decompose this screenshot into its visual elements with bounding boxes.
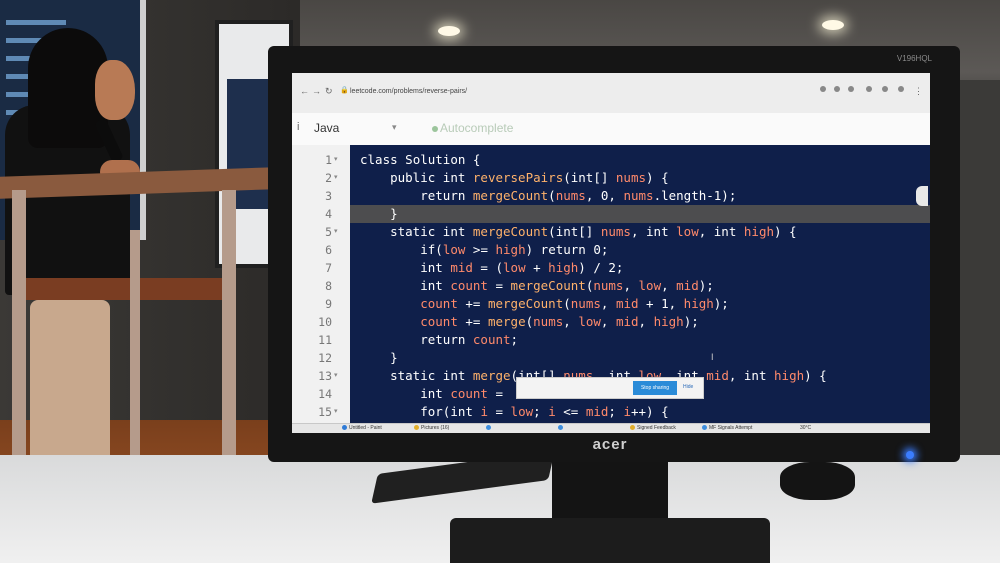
code-line[interactable]: 7 int mid = (low + high) / 2; xyxy=(292,259,930,277)
code-line[interactable]: 9 count += mergeCount(nums, mid + 1, hig… xyxy=(292,295,930,313)
reload-icon[interactable]: ↻ xyxy=(325,86,333,97)
autocomplete-toggle[interactable]: Autocomplete xyxy=(440,121,513,135)
autocomplete-dot-icon xyxy=(432,126,438,132)
code-text: return count; xyxy=(420,332,519,347)
info-icon[interactable]: i xyxy=(297,121,299,133)
code-line[interactable]: 2 ▾ public int reversePairs(int[] nums) { xyxy=(292,169,930,187)
extension-icon[interactable] xyxy=(866,86,872,92)
code-line[interactable]: 6 if(low >= high) return 0; xyxy=(292,241,930,259)
computer-mouse xyxy=(780,462,855,500)
podium-shelf xyxy=(22,278,222,300)
taskbar-item-label: Untitled - Paint xyxy=(349,425,382,431)
line-number: 6 xyxy=(325,243,332,257)
monitor-stand-base xyxy=(450,518,770,563)
code-line[interactable]: 15 ▾ for(int i = low; i <= mid; i++) { xyxy=(292,403,930,421)
back-icon[interactable]: ← xyxy=(300,86,309,96)
lock-icon: 🔒 xyxy=(340,87,349,94)
language-select[interactable]: Java xyxy=(314,121,339,135)
line-number: 15 xyxy=(318,405,332,419)
stop-sharing-button[interactable]: Stop sharing xyxy=(633,381,677,395)
presenter-face xyxy=(95,60,135,120)
line-number: 7 xyxy=(325,261,332,275)
code-text: } xyxy=(360,350,398,365)
code-line[interactable]: 10 count += merge(nums, low, mid, high); xyxy=(292,313,930,331)
line-number: 3 xyxy=(325,189,332,203)
taskbar-item-label: Signed Feedback xyxy=(637,425,676,431)
code-text: count += merge(nums, low, mid, high); xyxy=(420,314,699,329)
taskbar-item[interactable]: MF Signals Attempt xyxy=(702,425,752,431)
app-icon xyxy=(630,425,635,431)
chevron-down-icon[interactable]: ▾ xyxy=(392,122,397,133)
code-line[interactable]: 12 } xyxy=(292,349,930,367)
line-number: 2 xyxy=(325,171,332,185)
app-icon xyxy=(702,425,707,431)
monitor-brand-logo: acer xyxy=(592,436,628,453)
app-icon xyxy=(558,425,563,431)
line-number: 14 xyxy=(318,387,332,401)
line-number: 13 xyxy=(318,369,332,383)
fold-toggle-icon[interactable]: ▾ xyxy=(334,223,338,241)
address-bar[interactable]: leetcode.com/problems/reverse-pairs/ xyxy=(350,88,467,95)
code-text: public int reversePairs(int[] nums) { xyxy=(390,170,669,185)
line-number: 8 xyxy=(325,279,332,293)
code-line[interactable]: 4 } xyxy=(292,205,930,223)
monitor-screen: ← → ↻ 🔒 leetcode.com/problems/reverse-pa… xyxy=(292,73,930,433)
app-icon xyxy=(486,425,491,431)
profile-icon[interactable] xyxy=(898,86,904,92)
code-text: for(int i = low; i <= mid; i++) { xyxy=(420,404,669,419)
star-icon[interactable] xyxy=(848,86,854,92)
line-number: 1 xyxy=(325,153,332,167)
taskbar-item-label: MF Signals Attempt xyxy=(709,425,753,431)
taskbar: Untitled - Paint Pictures (16) Signed Feed… xyxy=(292,423,930,433)
taskbar-item[interactable]: Pictures (16) xyxy=(414,425,449,431)
fold-toggle-icon[interactable]: ▾ xyxy=(334,169,338,187)
fold-toggle-icon[interactable]: ▾ xyxy=(334,151,338,169)
code-text: if(low >= high) return 0; xyxy=(420,242,609,257)
code-text: class Solution { xyxy=(360,152,481,167)
kebab-menu-icon[interactable]: ⋮ xyxy=(914,86,923,97)
taskbar-item[interactable]: Untitled - Paint xyxy=(342,425,382,431)
weather-temperature: 30°C xyxy=(800,425,812,431)
line-number: 10 xyxy=(318,315,332,329)
ceiling-light xyxy=(438,26,460,36)
browser-toolbar: ← → ↻ 🔒 leetcode.com/problems/reverse-pa… xyxy=(292,73,930,114)
power-led xyxy=(906,451,914,459)
code-line[interactable]: 1 ▾ class Solution { xyxy=(292,151,930,169)
code-text: int count = mergeCount(nums, low, mid); xyxy=(420,278,714,293)
code-text: count += mergeCount(nums, mid + 1, high)… xyxy=(420,296,729,311)
monitor-model-label: V196HQL xyxy=(896,54,932,63)
code-text: int count = xyxy=(420,386,511,401)
code-line[interactable]: 8 int count = mergeCount(nums, low, mid)… xyxy=(292,277,930,295)
code-text: static int mergeCount(int[] nums, int lo… xyxy=(390,224,797,239)
line-number: 12 xyxy=(318,351,332,365)
code-text: int mid = (low + high) / 2; xyxy=(420,260,624,275)
line-number: 11 xyxy=(318,333,332,347)
line-number: 4 xyxy=(325,207,332,221)
extension-icon[interactable] xyxy=(834,86,840,92)
code-line[interactable]: 3 return mergeCount(nums, 0, nums.length… xyxy=(292,187,930,205)
taskbar-item-label: Pictures (16) xyxy=(421,425,450,431)
taskbar-item[interactable] xyxy=(558,425,565,431)
code-line[interactable]: 5 ▾ static int mergeCount(int[] nums, int… xyxy=(292,223,930,241)
fold-toggle-icon[interactable]: ▾ xyxy=(334,367,338,385)
extension-icon[interactable] xyxy=(820,86,826,92)
app-icon xyxy=(414,425,419,431)
taskbar-item[interactable] xyxy=(486,425,493,431)
line-number: 5 xyxy=(325,225,332,239)
screen-share-banner: Stop sharing Hide xyxy=(516,377,704,399)
code-text: return mergeCount(nums, 0, nums.length-1… xyxy=(420,188,737,203)
hide-button[interactable]: Hide xyxy=(683,384,693,390)
sidebar-icon[interactable] xyxy=(882,86,888,92)
text-cursor-icon: I xyxy=(711,352,714,362)
app-icon xyxy=(342,425,347,431)
taskbar-item[interactable]: Signed Feedback xyxy=(630,425,676,431)
code-text: } xyxy=(360,206,398,221)
ceiling-light xyxy=(822,20,844,30)
fold-toggle-icon[interactable]: ▾ xyxy=(334,403,338,421)
code-line[interactable]: 11 return count; xyxy=(292,331,930,349)
line-number: 9 xyxy=(325,297,332,311)
forward-icon[interactable]: → xyxy=(312,86,321,96)
editor-toolbar: i Java ▾ Autocomplete xyxy=(292,113,930,146)
